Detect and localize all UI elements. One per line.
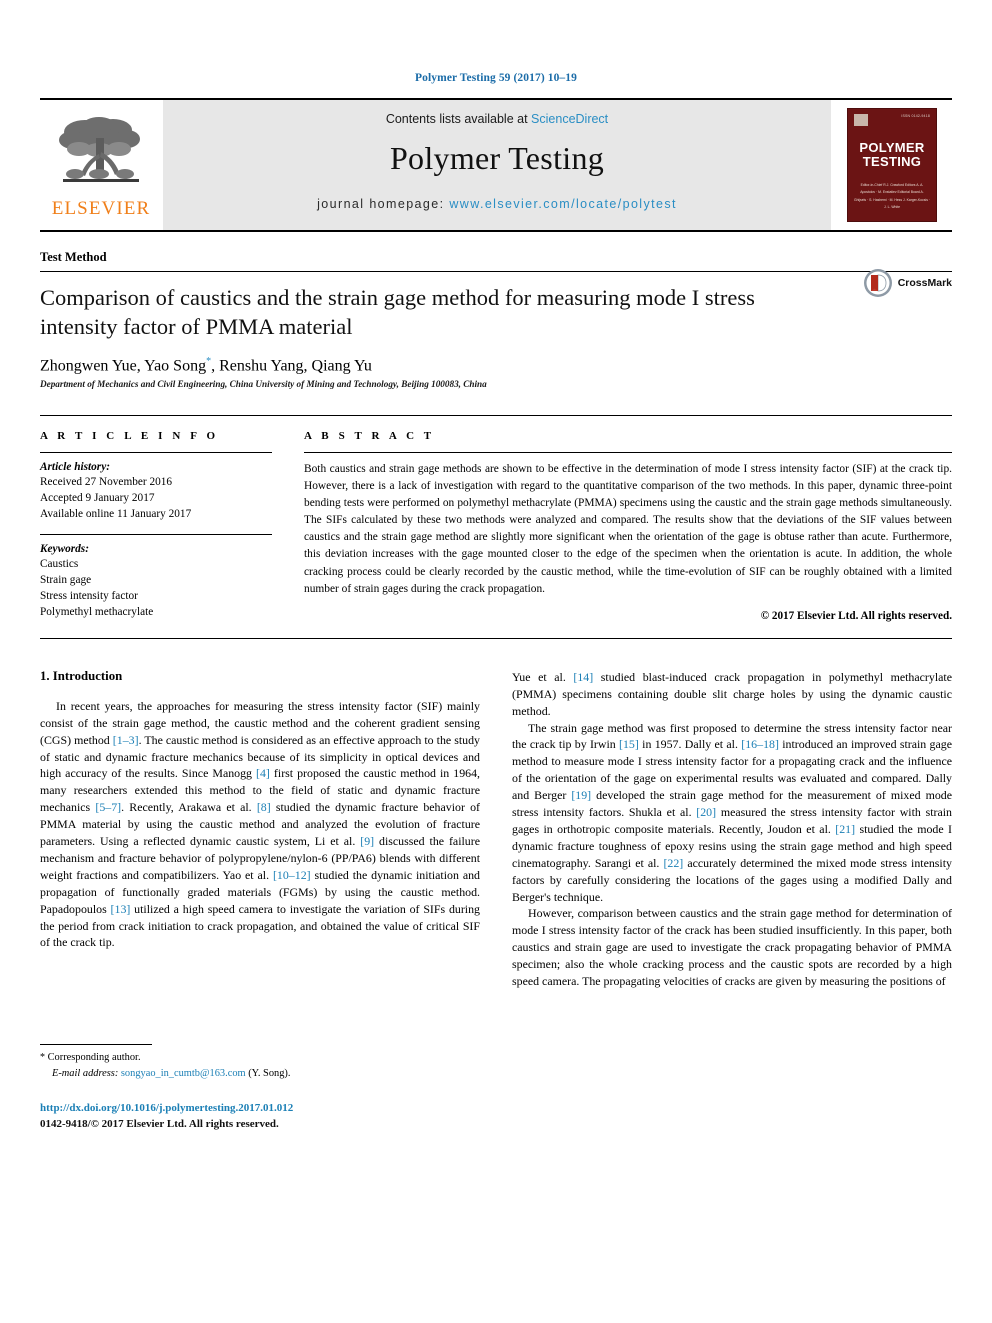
cover-elsevier-mark-icon [854,114,868,126]
keyword-item: Polymethyl methacrylate [40,606,154,619]
footnote-block: * Corresponding author. E-mail address: … [40,1044,480,1081]
info-divider-top [40,451,272,453]
body-columns: 1. Introduction In recent years, the app… [40,669,952,1139]
email-label: E-mail address: [52,1067,119,1079]
page-title: Comparison of caustics and the strain ga… [40,285,755,339]
contents-available-line: Contents lists available at ScienceDirec… [386,112,608,126]
body-column-right: Yue et al. [14] studied blast-induced cr… [512,669,952,1139]
crossmark-icon [863,269,892,297]
doi-block: http://dx.doi.org/10.1016/j.polymertesti… [40,1100,480,1133]
crossmark-label: CrossMark [897,277,952,289]
keyword-item: Stress intensity factor [40,590,138,603]
article-header: Test Method Comparison of caustics and t… [40,232,952,389]
article-info-column: A R T I C L E I N F O Article history: R… [40,430,272,622]
abstract-text: Both caustics and strain gage methods ar… [304,462,952,595]
doi-link[interactable]: http://dx.doi.org/10.1016/j.polymertesti… [40,1100,480,1117]
affiliation: Department of Mechanics and Civil Engine… [40,378,487,389]
article-type: Test Method [40,250,952,272]
abstract-heading: A B S T R A C T [304,429,435,442]
contents-prefix: Contents lists available at [385,112,528,126]
abstract-divider [304,451,952,453]
abstract-column: A B S T R A C T Both caustics and strain… [304,430,952,622]
cover-editorial-text: Editor-in-Chief R.J. Crawford Editors A.… [854,183,930,209]
info-abstract-band: A R T I C L E I N F O Article history: R… [40,414,952,639]
homepage-url-link[interactable]: www.elsevier.com/locate/polytest [449,197,677,211]
body-paragraph: Yue et al. [14] studied blast-induced cr… [512,669,952,718]
cover-title: POLYMER TESTING [859,141,924,168]
body-paragraph: In recent years, the approaches for meas… [40,698,481,950]
running-head: Polymer Testing 59 (2017) 10–19 [415,72,577,84]
history-received: Received 27 November 2016 [40,475,173,488]
publisher-logo[interactable]: ELSEVIER [40,100,162,230]
journal-cover: ISSN 0142-9418 POLYMER TESTING Editor-in… [847,108,937,222]
article-page: Polymer Testing 59 (2017) 10–19 ELSEVIER… [0,0,992,1323]
email-attribution: (Y. Song). [248,1067,291,1079]
journal-cover-thumbnail[interactable]: ISSN 0142-9418 POLYMER TESTING Editor-in… [832,100,952,230]
elsevier-wordmark: ELSEVIER [51,198,151,219]
article-history-label: Article history: [40,460,110,473]
homepage-prefix: journal homepage: [317,197,445,211]
footnote-divider [40,1044,152,1046]
authors-lead: Zhongwen Yue, Yao Song [40,356,207,374]
email-note: E-mail address: songyao_in_cumtb@163.com… [40,1066,480,1081]
history-available-online: Available online 11 January 2017 [40,507,192,520]
corresponding-author-note: * Corresponding author. [40,1050,480,1066]
journal-homepage-line: journal homepage: www.elsevier.com/locat… [317,197,677,211]
issn-copyright-line: 0142-9418/© 2017 Elsevier Ltd. All right… [40,1118,279,1131]
cover-title-line2: TESTING [862,153,922,169]
author-list: Zhongwen Yue, Yao Song*, Renshu Yang, Qi… [40,356,952,375]
body-paragraph: However, comparison between caustics and… [512,906,952,989]
keyword-item: Strain gage [40,574,92,587]
email-link[interactable]: songyao_in_cumtb@163.com [121,1068,246,1079]
keyword-item: Caustics [40,558,79,571]
history-accepted: Accepted 9 January 2017 [40,491,155,504]
section-heading-introduction: 1. Introduction [40,668,123,683]
masthead-center: Contents lists available at ScienceDirec… [162,100,832,230]
elsevier-tree-icon [59,117,140,182]
body-column-left: 1. Introduction In recent years, the app… [40,669,480,1139]
sciencedirect-link[interactable]: ScienceDirect [531,112,608,126]
abstract-copyright: © 2017 Elsevier Ltd. All rights reserved… [760,609,952,622]
authors-tail: , Renshu Yang, Qiang Yu [211,356,372,374]
cover-issn-code: ISSN 0142-9418 [901,114,930,118]
footnote-star-marker: * [40,1052,45,1064]
crossmark-badge[interactable]: CrossMark [863,268,952,298]
cover-title-line1: POLYMER [859,140,925,155]
journal-title: Polymer Testing [389,140,605,176]
journal-masthead: ELSEVIER Contents lists available at Sci… [40,98,952,232]
body-paragraph: The strain gage method was first propose… [512,720,953,904]
article-info-heading: A R T I C L E I N F O [40,429,219,442]
corresponding-author-text: Corresponding author. [47,1052,141,1064]
info-divider-mid [40,534,272,536]
keywords-label: Keywords: [40,543,89,556]
